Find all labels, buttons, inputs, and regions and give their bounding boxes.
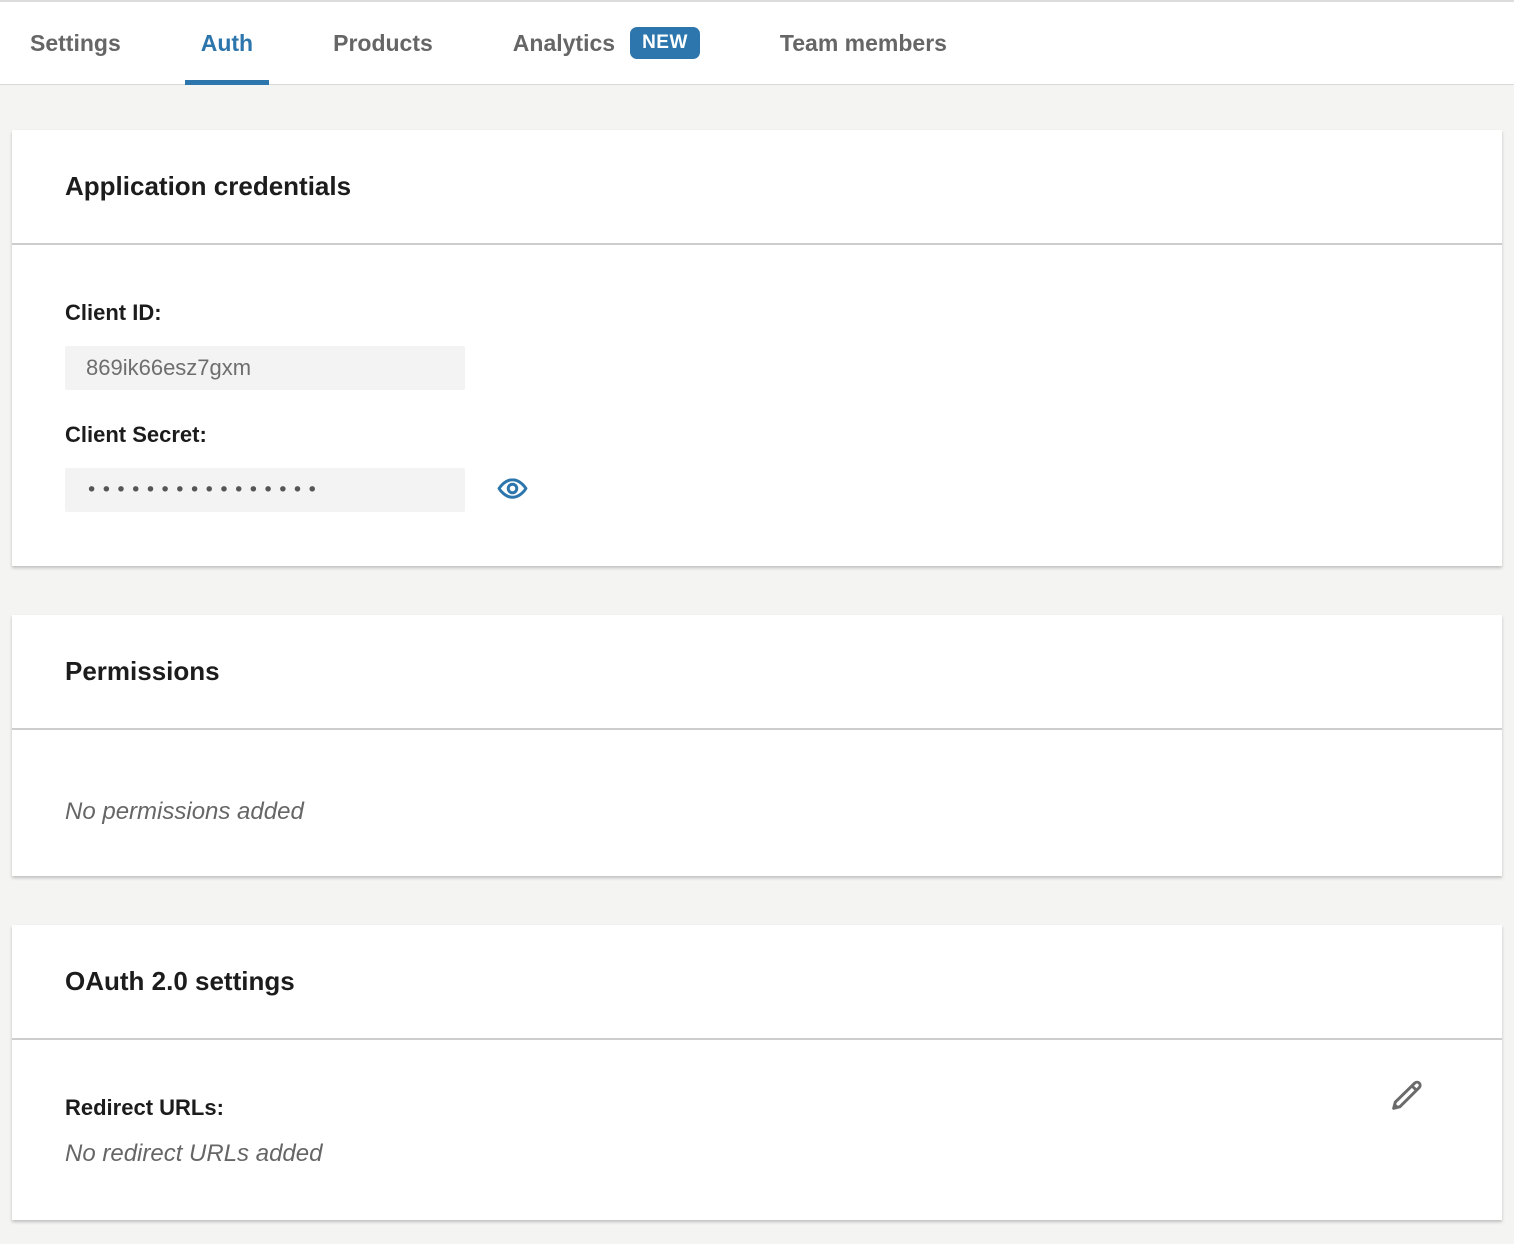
oauth-settings-title: OAuth 2.0 settings (65, 966, 295, 997)
application-credentials-card: Application credentials Client ID: 869ik… (12, 130, 1502, 566)
tab-products-label: Products (333, 30, 433, 57)
tab-products[interactable]: Products (317, 2, 449, 84)
client-secret-label: Client Secret: (65, 422, 1449, 448)
redirect-urls-label: Redirect URLs: (65, 1095, 1449, 1121)
new-badge: NEW (630, 27, 700, 59)
pencil-icon (1389, 1076, 1426, 1116)
permissions-body: No permissions added (12, 730, 1502, 876)
oauth-settings-header: OAuth 2.0 settings (12, 925, 1502, 1040)
permissions-empty-text: No permissions added (65, 798, 1449, 826)
reveal-secret-button[interactable] (497, 473, 528, 507)
page-content: Application credentials Client ID: 869ik… (0, 85, 1514, 1220)
client-secret-row: •••••••••••••••• (65, 468, 1449, 512)
oauth-settings-card: OAuth 2.0 settings Redirect URLs: No red… (12, 925, 1502, 1220)
edit-redirect-urls-button[interactable] (1389, 1076, 1426, 1116)
tab-settings-label: Settings (30, 30, 121, 57)
app-tab-bar: Settings Auth Products Analytics NEW Tea… (0, 0, 1514, 85)
permissions-header: Permissions (12, 615, 1502, 730)
permissions-card: Permissions No permissions added (12, 615, 1502, 876)
application-credentials-header: Application credentials (12, 130, 1502, 245)
tab-auth-label: Auth (201, 30, 253, 57)
permissions-title: Permissions (65, 656, 220, 687)
tab-analytics-label: Analytics (513, 30, 615, 57)
client-id-label: Client ID: (65, 300, 1449, 326)
tab-auth[interactable]: Auth (185, 2, 269, 84)
tab-analytics[interactable]: Analytics NEW (497, 2, 716, 84)
oauth-settings-body: Redirect URLs: No redirect URLs added (12, 1040, 1502, 1220)
application-credentials-body: Client ID: 869ik66esz7gxm Client Secret:… (12, 245, 1502, 566)
client-secret-field[interactable]: •••••••••••••••• (65, 468, 465, 512)
tab-settings[interactable]: Settings (14, 2, 137, 84)
client-id-field[interactable]: 869ik66esz7gxm (65, 346, 465, 390)
tab-team-members[interactable]: Team members (764, 2, 963, 84)
tab-team-members-label: Team members (780, 30, 947, 57)
redirect-urls-empty-text: No redirect URLs added (65, 1140, 1449, 1168)
application-credentials-title: Application credentials (65, 171, 351, 202)
eye-icon (497, 473, 528, 507)
